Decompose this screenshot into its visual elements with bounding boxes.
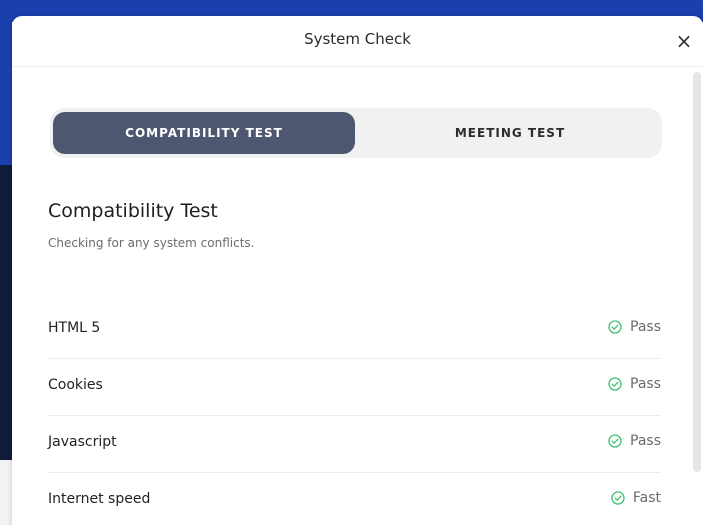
tab-compatibility-test[interactable]: COMPATIBILITY TEST bbox=[53, 112, 355, 154]
background-app-sidebar bbox=[0, 22, 12, 165]
modal-title: System Check bbox=[304, 30, 411, 48]
close-button[interactable]: × bbox=[673, 30, 695, 52]
scrollbar[interactable] bbox=[693, 72, 701, 472]
check-circle-icon bbox=[608, 377, 622, 391]
test-tabs: COMPATIBILITY TEST MEETING TEST bbox=[50, 108, 662, 158]
check-row-javascript: Javascript Pass bbox=[48, 416, 661, 473]
check-name: Internet speed bbox=[48, 491, 151, 507]
check-name: HTML 5 bbox=[48, 320, 101, 336]
check-row-internet-speed: Internet speed Fast bbox=[48, 473, 661, 525]
check-name: Cookies bbox=[48, 377, 103, 393]
check-status-label: Pass bbox=[630, 433, 661, 449]
check-status-label: Pass bbox=[630, 376, 661, 392]
section-subtitle: Checking for any system conflicts. bbox=[48, 236, 255, 250]
check-status: Fast bbox=[611, 490, 661, 506]
check-status: Pass bbox=[608, 433, 661, 449]
close-icon: × bbox=[675, 29, 693, 53]
check-status: Pass bbox=[608, 319, 661, 335]
check-row-cookies: Cookies Pass bbox=[48, 359, 661, 416]
modal-header: System Check × bbox=[12, 16, 703, 67]
check-circle-icon bbox=[608, 320, 622, 334]
background-app-panel bbox=[0, 165, 12, 460]
check-name: Javascript bbox=[48, 434, 117, 450]
check-circle-icon bbox=[611, 491, 625, 505]
check-status: Pass bbox=[608, 376, 661, 392]
checks-list: HTML 5 Pass Cookies Pass Javascript Pass… bbox=[48, 302, 661, 525]
check-row-html5: HTML 5 Pass bbox=[48, 302, 661, 359]
check-status-label: Fast bbox=[632, 490, 661, 506]
system-check-modal: System Check × COMPATIBILITY TEST MEETIN… bbox=[12, 16, 703, 525]
section-title: Compatibility Test bbox=[48, 200, 218, 222]
tab-meeting-test[interactable]: MEETING TEST bbox=[360, 112, 660, 154]
check-status-label: Pass bbox=[630, 319, 661, 335]
background-app-footer bbox=[0, 460, 12, 525]
check-circle-icon bbox=[608, 434, 622, 448]
